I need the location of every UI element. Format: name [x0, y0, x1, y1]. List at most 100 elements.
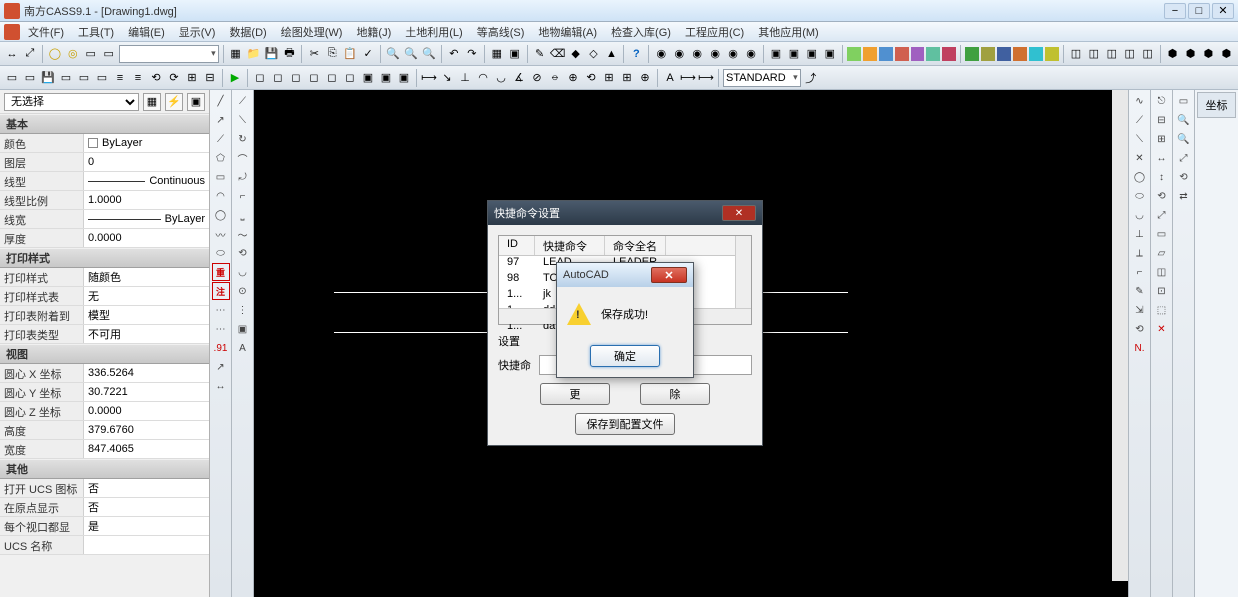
menu-other[interactable]: 其他应用(M) [752, 22, 825, 42]
select-objects-icon[interactable]: ▦ [143, 93, 161, 111]
tool-a3-icon[interactable]: ↻ [234, 130, 252, 148]
mod-b10-icon[interactable]: ◫ [1153, 263, 1171, 281]
mod-a5-icon[interactable]: ◯ [1131, 168, 1149, 186]
tb-new-icon[interactable]: ▦ [228, 46, 244, 62]
prop-ltscale-value[interactable]: 1.0000 [84, 191, 209, 209]
mod-b7-icon[interactable]: ⤢ [1153, 206, 1171, 224]
menu-check[interactable]: 检查入库(G) [605, 22, 677, 42]
prop-pattach-value[interactable]: 模型 [84, 306, 209, 324]
cmd-update-button[interactable]: 更 [540, 383, 610, 405]
tb2-dim13-icon[interactable]: ⊕ [637, 70, 653, 86]
mod-b13-icon[interactable]: ✕ [1153, 320, 1171, 338]
draw-chinese-icon[interactable]: 重 [212, 263, 230, 281]
tool-a6-icon[interactable]: ⌐ [234, 187, 252, 205]
close-button[interactable]: ✕ [1212, 3, 1234, 19]
mod-a1-icon[interactable]: ∿ [1131, 92, 1149, 110]
msgbox-close-icon[interactable]: ✕ [651, 267, 687, 283]
tb2-dim4-icon[interactable]: ◠ [475, 70, 491, 86]
tb-misc1-icon[interactable]: ◫ [1068, 46, 1084, 62]
tb-ext3-icon[interactable]: ◉ [689, 46, 705, 62]
draw-dim-icon[interactable]: .91 [212, 339, 230, 357]
tool-a10-icon[interactable]: ◡ [234, 263, 252, 281]
mod-a12-icon[interactable]: ⇲ [1131, 301, 1149, 319]
tb-misc6-icon[interactable]: ⬢ [1165, 46, 1181, 62]
mod-c3-icon[interactable]: 🔍 [1175, 130, 1193, 148]
tb-color13-icon[interactable] [1045, 47, 1059, 61]
tb2-dim5-icon[interactable]: ◡ [493, 70, 509, 86]
tb-ext6-icon[interactable]: ◉ [743, 46, 759, 62]
tb-misc3-icon[interactable]: ◫ [1104, 46, 1120, 62]
tb-draw-icon[interactable]: ✎ [532, 46, 548, 62]
tb-save-icon[interactable]: 💾 [264, 46, 280, 62]
tb-erase-icon[interactable]: ⌫ [550, 46, 566, 62]
tb2-d-icon[interactable]: ▭ [76, 70, 92, 86]
tb-tool-b-icon[interactable]: ◇ [586, 46, 602, 62]
tb2-r-icon[interactable]: ▣ [360, 70, 376, 86]
prop-vp-value[interactable]: 是 [84, 517, 209, 535]
mod-a6-icon[interactable]: ⬭ [1131, 187, 1149, 205]
draw-line-icon[interactable]: ╱ [212, 92, 230, 110]
tb2-g-icon[interactable]: ≡ [130, 70, 146, 86]
tb-misc4-icon[interactable]: ◫ [1122, 46, 1138, 62]
tb-layers2-icon[interactable]: ▭ [101, 46, 117, 62]
tb-ext4-icon[interactable]: ◉ [707, 46, 723, 62]
prop-ltype-value[interactable]: Continuous [84, 172, 209, 190]
tool-a12-icon[interactable]: ⋮ [234, 301, 252, 319]
menu-landuse[interactable]: 土地利用(L) [399, 22, 468, 42]
tb-color2-icon[interactable] [863, 47, 877, 61]
tb2-dimstyle-icon[interactable]: ⤴ [803, 70, 819, 86]
tb-misc5-icon[interactable]: ◫ [1140, 46, 1156, 62]
dimstyle-dropdown[interactable]: STANDARD [723, 69, 801, 87]
mod-a8-icon[interactable]: ⊥ [1131, 225, 1149, 243]
prop-ucsn-value[interactable] [84, 536, 209, 554]
prop-layer-value[interactable]: 0 [84, 153, 209, 171]
tb-grid-icon[interactable]: ▦ [489, 46, 505, 62]
mod-a13-icon[interactable]: ⟲ [1131, 320, 1149, 338]
tb-ext1-icon[interactable]: ◉ [653, 46, 669, 62]
mod-a11-icon[interactable]: ✎ [1131, 282, 1149, 300]
tb-ext5-icon[interactable]: ◉ [725, 46, 741, 62]
tb2-j-icon[interactable]: ⊞ [184, 70, 200, 86]
tb2-dim8-icon[interactable]: ⦵ [547, 70, 563, 86]
tb-ext8-icon[interactable]: ▣ [786, 46, 802, 62]
prop-h-value[interactable]: 379.6760 [84, 421, 209, 439]
prop-color-value[interactable]: ByLayer [84, 134, 209, 152]
tb2-dim14-icon[interactable]: A [662, 70, 678, 86]
tb2-t-icon[interactable]: ▣ [396, 70, 412, 86]
tb2-dim15-icon[interactable]: ⟼ [680, 70, 696, 86]
mod-b4-icon[interactable]: ↔ [1153, 149, 1171, 167]
prop-cz-value[interactable]: 0.0000 [84, 402, 209, 420]
draw-pline-icon[interactable]: ⟋ [212, 130, 230, 148]
draw-more3-icon[interactable]: ↗ [212, 358, 230, 376]
tb2-dim6-icon[interactable]: ∡ [511, 70, 527, 86]
tb-block-icon[interactable]: ▣ [507, 46, 523, 62]
tool-a2-icon[interactable]: ⟍ [234, 111, 252, 129]
tb-zoomout-icon[interactable]: 🔍 [403, 46, 419, 62]
coord-palette-tab[interactable]: 坐标 [1197, 92, 1236, 118]
msgbox-ok-button[interactable]: 确定 [590, 345, 660, 367]
tb-color3-icon[interactable] [879, 47, 893, 61]
tool-a4-icon[interactable]: ⌒ [234, 149, 252, 167]
tb-misc9-icon[interactable]: ⬢ [1218, 46, 1234, 62]
app-menu-icon[interactable] [4, 24, 20, 40]
mod-b5-icon[interactable]: ↕ [1153, 168, 1171, 186]
tb-match-icon[interactable]: ✓ [360, 46, 376, 62]
mod-b3-icon[interactable]: ⊞ [1153, 130, 1171, 148]
menu-contour[interactable]: 等高线(S) [471, 22, 531, 42]
mod-c1-icon[interactable]: ▭ [1175, 92, 1193, 110]
prop-ptable-value[interactable]: 无 [84, 287, 209, 305]
tb-tool-a-icon[interactable]: ◆ [568, 46, 584, 62]
menu-cadastre[interactable]: 地籍(J) [350, 22, 397, 42]
tb-layer2-icon[interactable]: ◎ [65, 46, 81, 62]
tb-tool-c-icon[interactable]: ▲ [604, 46, 620, 62]
cmd-delete-button[interactable]: 除 [640, 383, 710, 405]
mod-b2-icon[interactable]: ⊟ [1153, 111, 1171, 129]
tb-ext10-icon[interactable]: ▣ [822, 46, 838, 62]
tb-copy-icon[interactable]: ⎘ [324, 46, 340, 62]
draw-rect-icon[interactable]: ▭ [212, 168, 230, 186]
tool-a8-icon[interactable]: 〜 [234, 225, 252, 243]
tb-ext2-icon[interactable]: ◉ [671, 46, 687, 62]
mod-a14-icon[interactable]: N. [1131, 339, 1149, 357]
tb-color9-icon[interactable] [981, 47, 995, 61]
prop-lweight-value[interactable]: ByLayer [84, 210, 209, 228]
